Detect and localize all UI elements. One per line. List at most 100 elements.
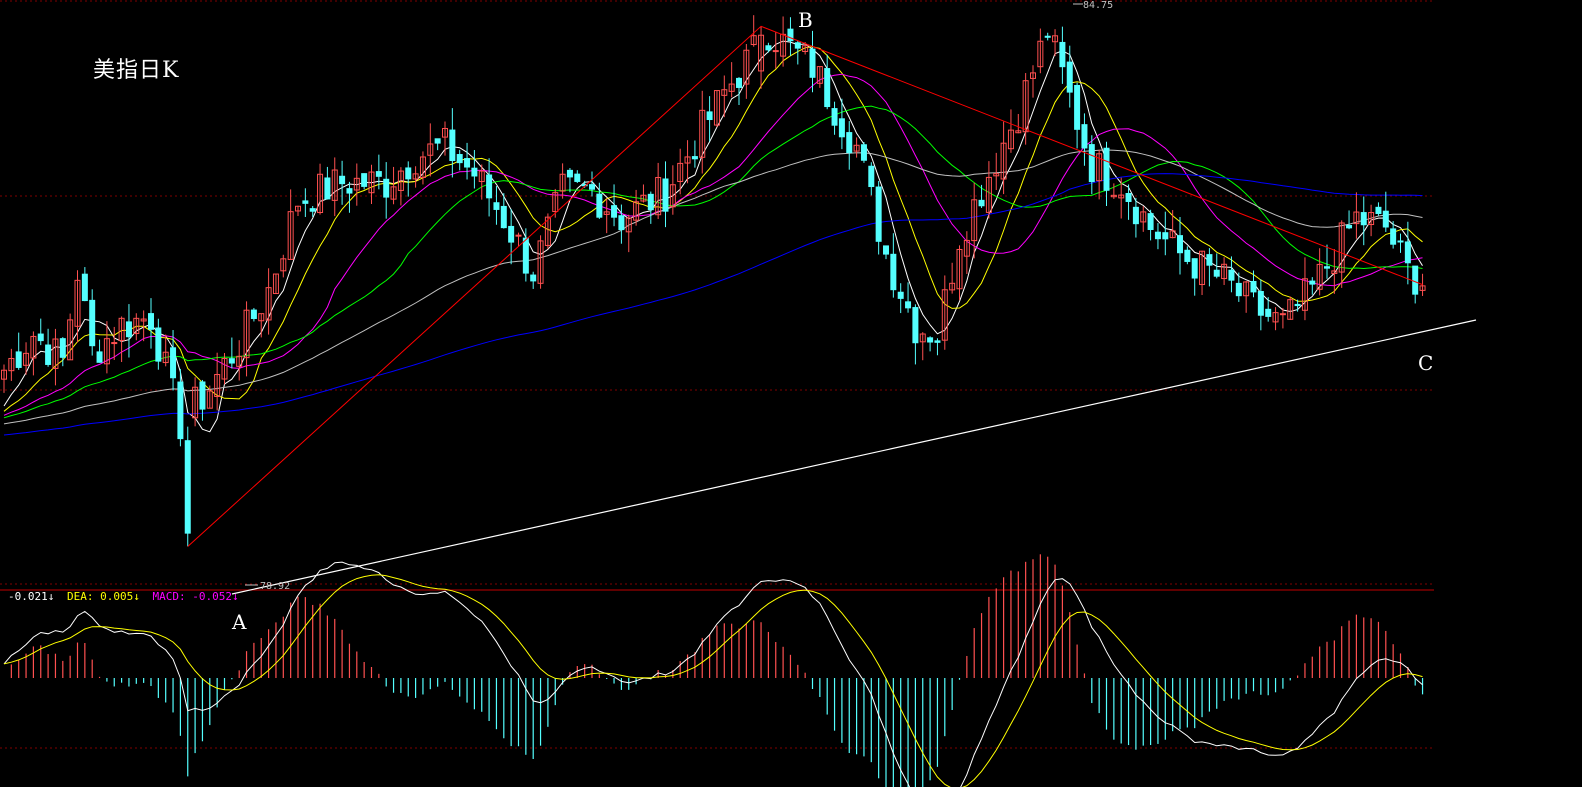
candle-body	[1147, 213, 1154, 231]
candle-body	[1382, 210, 1389, 228]
candle-body	[346, 188, 353, 194]
candle-body	[199, 381, 206, 410]
candle-body	[618, 215, 625, 231]
candle-body	[1088, 144, 1095, 183]
candle-body	[611, 205, 618, 218]
candle-body	[1074, 84, 1081, 130]
candle-body	[1235, 282, 1242, 297]
candle-body	[846, 132, 853, 154]
candle-body	[934, 340, 941, 343]
candle-body	[530, 274, 537, 282]
candle-body	[1103, 147, 1110, 191]
candle-body	[897, 291, 904, 299]
candle-body	[566, 169, 573, 178]
candle-body	[1228, 269, 1235, 281]
candle-body	[1360, 212, 1367, 226]
candle-body	[736, 77, 742, 88]
chart-title: 美指日K	[93, 58, 180, 83]
candle-body	[1346, 224, 1353, 229]
macd-diff-value: -0.021↓	[8, 590, 55, 603]
candle-body	[383, 178, 390, 198]
candle-body	[1265, 308, 1272, 317]
candle-body	[890, 253, 897, 291]
candle-body	[1132, 206, 1139, 225]
candle-body	[375, 171, 382, 177]
candle-body	[1294, 303, 1301, 307]
candle-body	[1375, 206, 1382, 215]
candle-body	[96, 351, 103, 363]
candlesticks	[1, 15, 1426, 547]
candle-body	[596, 193, 603, 218]
candle-body	[1213, 269, 1220, 277]
candle-body	[875, 186, 882, 242]
candle-body	[1206, 254, 1213, 266]
candle-body	[45, 344, 52, 365]
candle-body	[464, 158, 471, 168]
candle-body	[860, 144, 867, 161]
candle-body	[148, 313, 154, 330]
point-b-label: B	[798, 8, 813, 32]
candle-body	[772, 50, 779, 53]
candle-body	[302, 200, 309, 204]
candle-body	[1412, 265, 1419, 295]
candle-body	[589, 184, 595, 190]
macd-legend: -0.021↓ DEA: 0.005↓ MACD: -0.052↓	[8, 590, 245, 603]
candle-body	[1309, 280, 1316, 285]
candle-body	[838, 118, 845, 138]
candle-body	[1081, 124, 1088, 149]
price-high-label: 84.75	[1083, 0, 1113, 11]
candle-body	[250, 309, 257, 319]
candle-body	[1177, 235, 1183, 254]
candle-body	[37, 333, 44, 342]
candle-body	[15, 351, 22, 368]
price-low-label: 78.92	[260, 581, 290, 592]
candle-body	[883, 245, 889, 255]
candle-body	[434, 138, 441, 144]
support-line	[231, 319, 1477, 595]
candle-body	[1404, 241, 1411, 264]
candle-body	[647, 193, 654, 211]
candle-body	[339, 175, 346, 185]
candle-body	[170, 347, 177, 379]
candle-body	[228, 358, 235, 364]
macd-macd-value: MACD: -0.052↓	[152, 590, 239, 603]
candle-body	[111, 342, 118, 345]
candle-body	[456, 154, 463, 164]
candle-body	[493, 202, 500, 210]
candle-body	[486, 174, 493, 199]
candle-body	[691, 156, 698, 160]
point-a-label: A	[232, 610, 247, 634]
candle-body	[574, 173, 581, 182]
trend-lines	[187, 3, 1477, 595]
candle-body	[1324, 266, 1330, 269]
candle-body	[81, 273, 88, 302]
candle-body	[1250, 281, 1257, 293]
candle-body	[1397, 240, 1404, 243]
candle-body	[309, 208, 316, 212]
candle-body	[361, 173, 368, 187]
candle-body	[1279, 313, 1286, 316]
candle-body	[824, 68, 831, 108]
candle-body	[177, 381, 184, 440]
candle-body	[1162, 232, 1169, 240]
candle-body	[449, 129, 456, 161]
candle-body	[1184, 249, 1191, 262]
candle-body	[522, 237, 529, 274]
candle-body	[905, 301, 912, 309]
macd-dea-value: DEA: 0.005↓	[66, 590, 140, 603]
kline-chart: 84.75 78.92	[0, 0, 1477, 787]
candle-body	[155, 327, 162, 362]
candle-body	[405, 167, 412, 180]
candle-body	[927, 337, 934, 343]
candle-body	[1044, 35, 1051, 38]
candle-body	[89, 299, 96, 347]
candle-body	[1066, 61, 1073, 93]
point-c-label: C	[1418, 351, 1434, 375]
candle-body	[471, 167, 478, 177]
candle-body	[765, 45, 772, 51]
candle-body	[324, 177, 331, 200]
candle-body	[662, 178, 669, 212]
candle-body	[978, 199, 985, 207]
candle-body	[1191, 258, 1198, 279]
candle-body	[508, 225, 515, 243]
